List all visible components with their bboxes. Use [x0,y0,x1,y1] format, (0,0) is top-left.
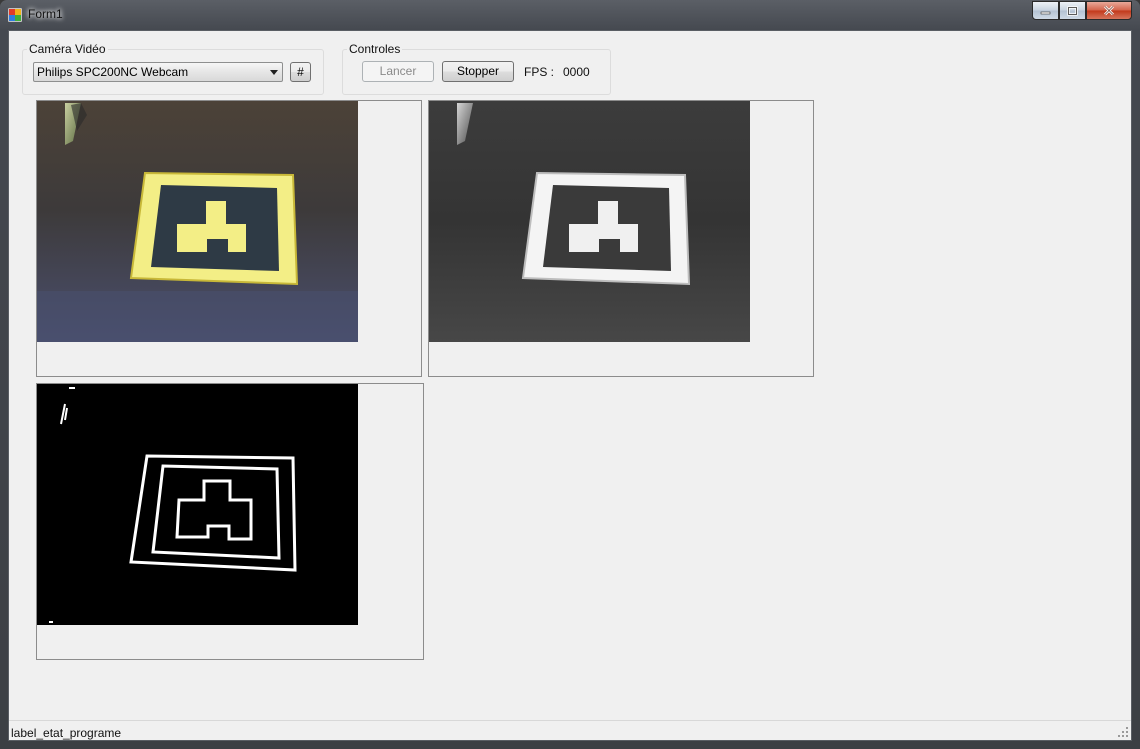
start-button[interactable]: Lancer [362,61,434,82]
maximize-icon [1067,5,1078,16]
camera-device-selected: Philips SPC200NC Webcam [37,65,189,79]
camera-group-legend: Caméra Vidéo [29,42,106,56]
maximize-button[interactable] [1059,1,1086,20]
app-icon [8,8,22,22]
status-separator [9,720,1131,721]
controls-group-legend: Controles [349,42,401,56]
edge-detection-frame [37,384,358,625]
color-camera-view [36,100,422,377]
minimize-icon [1040,11,1051,14]
grayscale-camera-frame [429,101,750,342]
window-title: Form1 [28,7,63,21]
close-icon [1104,5,1114,16]
chevron-down-icon [270,70,278,75]
color-camera-frame [37,101,358,342]
title-bar[interactable]: Form1 [0,0,1140,30]
app-window: Form1 Caméra Vidéo Philips SPC200NC Webc… [0,0,1140,749]
minimize-button[interactable] [1032,1,1059,20]
form-client-area: Caméra Vidéo Philips SPC200NC Webcam # C… [8,30,1132,741]
edge-detection-view [36,383,424,660]
stop-button[interactable]: Stopper [442,61,514,82]
close-button[interactable] [1086,1,1132,20]
camera-settings-button[interactable]: # [290,62,311,82]
caption-buttons [1032,1,1132,20]
status-label: label_etat_programe [11,726,122,740]
camera-device-select[interactable]: Philips SPC200NC Webcam [33,62,283,82]
grayscale-camera-view [428,100,814,377]
resize-grip-icon[interactable] [1118,727,1128,737]
fps-label: FPS : [524,65,555,79]
fps-value: 0000 [563,65,590,79]
